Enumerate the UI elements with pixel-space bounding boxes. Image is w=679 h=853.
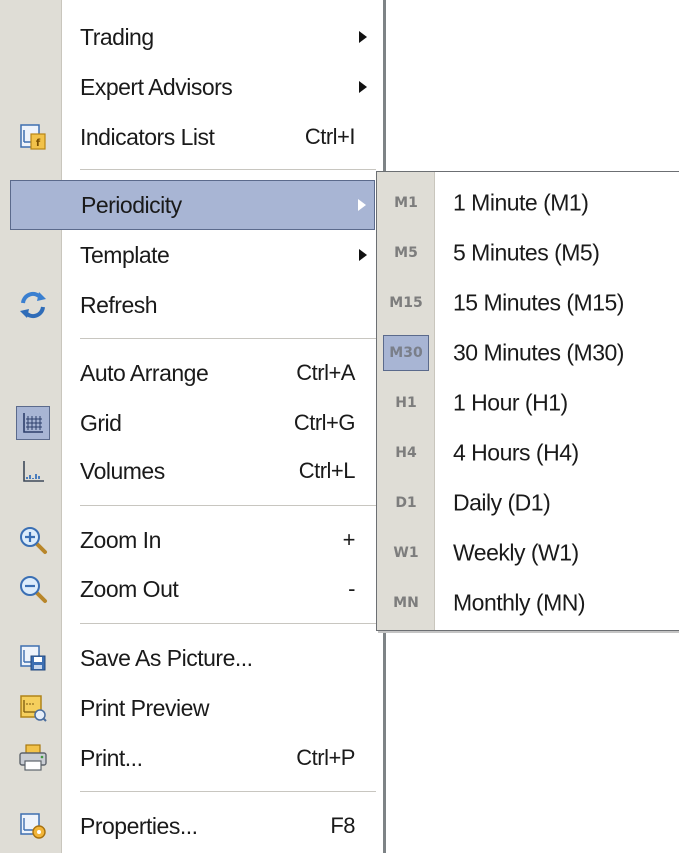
menu-item-label: Indicators List [80,123,215,150]
menu-item-label: Volumes [80,457,165,484]
period-code-badge: MN [393,595,419,611]
menu-item-trading[interactable]: Trading [10,12,375,62]
submenu-arrow-icon [359,249,367,261]
period-item-h1[interactable]: H1 1 Hour (H1) [377,378,679,428]
period-item-label: 15 Minutes (M15) [453,289,624,316]
menu-item-label: Properties... [80,812,198,839]
menu-separator [80,169,376,171]
period-item-label: 30 Minutes (M30) [453,339,624,366]
menu-separator [80,623,376,625]
zoom-out-icon [14,570,52,608]
period-code-badge: M1 [394,195,418,211]
menu-item-shortcut: - [348,576,355,601]
context-menu: Trading Expert Advisors f Indicators Lis… [0,0,386,853]
period-item-d1[interactable]: D1 Daily (D1) [377,478,679,528]
menu-item-label: Auto Arrange [80,359,209,386]
submenu-arrow-icon [358,199,366,211]
print-preview-icon [14,689,52,727]
menu-item-refresh[interactable]: Refresh [10,280,375,330]
menu-item-properties[interactable]: Properties... F8 [10,801,375,851]
save-picture-icon [14,639,52,677]
menu-item-label: Print Preview [80,694,209,721]
period-item-mn[interactable]: MN Monthly (MN) [377,578,679,628]
properties-icon [14,807,52,845]
indicators-list-icon: f [14,118,52,156]
menu-item-zoom-out[interactable]: Zoom Out - [10,564,375,614]
menu-item-print-preview[interactable]: Print Preview [10,683,375,733]
period-code-badge: W1 [393,545,419,561]
chart-context-menu-screen: Trading Expert Advisors f Indicators Lis… [0,0,679,853]
menu-item-template[interactable]: Template [10,230,375,280]
menu-item-label: Trading [80,23,154,50]
menu-item-print[interactable]: Print... Ctrl+P [10,733,375,783]
menu-item-periodicity[interactable]: Periodicity [10,180,375,230]
period-item-label: 1 Minute (M1) [453,189,589,216]
period-item-label: Daily (D1) [453,489,551,516]
period-code-badge: H4 [395,445,417,461]
menu-item-expert-advisors[interactable]: Expert Advisors [10,62,375,112]
period-code-badge: M15 [389,295,423,311]
menu-item-label: Periodicity [81,191,182,218]
period-item-w1[interactable]: W1 Weekly (W1) [377,528,679,578]
menu-item-shortcut: Ctrl+A [296,360,355,385]
menu-item-label: Zoom In [80,526,161,553]
zoom-in-icon [14,521,52,559]
period-item-label: 1 Hour (H1) [453,389,568,416]
menu-separator [80,338,376,340]
menu-item-label: Grid [80,409,122,436]
volumes-icon [14,452,52,490]
grid-icon [16,406,50,440]
period-item-m5[interactable]: M5 5 Minutes (M5) [377,228,679,278]
period-item-label: 5 Minutes (M5) [453,239,600,266]
period-item-m1[interactable]: M1 1 Minute (M1) [377,178,679,228]
period-code-badge: H1 [395,395,417,411]
period-item-label: Weekly (W1) [453,539,579,566]
menu-item-auto-arrange[interactable]: Auto Arrange Ctrl+A [10,348,375,398]
menu-item-label: Save As Picture... [80,644,253,671]
submenu-arrow-icon [359,81,367,93]
period-code-badge: D1 [395,495,417,511]
period-item-m15[interactable]: M15 15 Minutes (M15) [377,278,679,328]
menu-item-shortcut: Ctrl+L [298,458,356,483]
menu-item-label: Expert Advisors [80,73,233,100]
menu-item-label: Template [80,241,170,268]
refresh-icon [14,286,52,324]
menu-item-label: Print... [80,744,143,771]
menu-item-shortcut: Ctrl+G [293,410,356,435]
menu-item-volumes[interactable]: Volumes Ctrl+L [10,446,375,496]
period-item-label: Monthly (MN) [453,589,586,616]
period-code-badge-active: M30 [383,335,429,371]
printer-icon [14,739,52,777]
menu-item-label: Refresh [80,291,158,318]
menu-item-grid[interactable]: Grid Ctrl+G [10,398,375,448]
menu-item-zoom-in[interactable]: Zoom In + [10,515,375,565]
menu-item-shortcut: Ctrl+I [304,124,356,149]
menu-item-shortcut: Ctrl+P [296,745,355,770]
period-item-h4[interactable]: H4 4 Hours (H4) [377,428,679,478]
menu-item-shortcut: F8 [330,813,355,838]
menu-item-label: Zoom Out [80,575,179,602]
period-item-label: 4 Hours (H4) [453,439,579,466]
svg-text:f: f [36,138,41,149]
menu-separator [80,791,376,793]
menu-separator [80,505,376,507]
menu-item-save-as-picture[interactable]: Save As Picture... [10,633,375,683]
period-code-badge: M5 [394,245,418,261]
menu-item-shortcut: + [342,527,356,552]
period-item-m30[interactable]: M30 30 Minutes (M30) [377,328,679,378]
menu-item-indicators-list[interactable]: f Indicators List Ctrl+I [10,112,375,162]
periodicity-submenu: M1 1 Minute (M1) M5 5 Minutes (M5) M15 1… [376,171,679,631]
submenu-arrow-icon [359,31,367,43]
